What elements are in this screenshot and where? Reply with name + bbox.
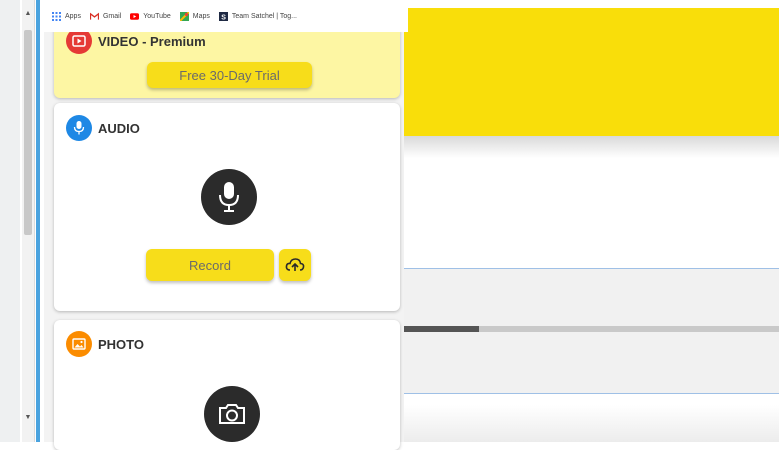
audio-card-header: AUDIO	[66, 115, 140, 141]
bookmark-apps[interactable]: Apps	[52, 11, 81, 21]
bookmark-youtube[interactable]: YouTube	[130, 12, 171, 21]
free-trial-button[interactable]: Free 30-Day Trial	[147, 62, 312, 88]
left-gutter	[0, 0, 20, 442]
bookmark-label: Apps	[65, 12, 81, 20]
progress-fill	[404, 326, 479, 332]
satchel-icon: S	[218, 11, 228, 21]
camera-icon[interactable]	[204, 386, 260, 442]
side-panel: VIDEO - Premium Free 30-Day Trial AUDIO …	[44, 0, 404, 450]
banner-shadow	[404, 136, 779, 158]
audio-card-title: AUDIO	[98, 120, 140, 136]
record-microphone-icon[interactable]	[201, 169, 257, 225]
svg-text:S: S	[221, 14, 226, 21]
scrollbar-thumb[interactable]	[24, 30, 32, 235]
photo-card-title: PHOTO	[98, 336, 144, 352]
bookmark-team-satchel[interactable]: S Team Satchel | Tog...	[218, 11, 298, 21]
bookmark-maps[interactable]: Maps	[179, 11, 210, 21]
audio-card: AUDIO Record	[54, 103, 400, 311]
gmail-icon	[89, 12, 99, 20]
scroll-up-arrow-icon[interactable]: ▲	[22, 8, 34, 20]
cloud-upload-icon[interactable]	[279, 249, 311, 281]
yellow-banner	[404, 8, 779, 136]
record-button[interactable]: Record	[146, 249, 274, 281]
bookmarks-bar: Apps Gmail YouTube Maps S Team Satchel |…	[44, 0, 408, 32]
apps-grid-icon	[52, 11, 61, 21]
bookmark-label: Team Satchel | Tog...	[231, 12, 298, 20]
photo-card-header: PHOTO	[66, 331, 144, 357]
scroll-down-arrow-icon[interactable]: ▼	[22, 412, 34, 424]
bookmark-label: Gmail	[102, 12, 122, 20]
image-icon	[66, 331, 92, 357]
photo-card: PHOTO	[54, 320, 400, 450]
bookmark-gmail[interactable]: Gmail	[89, 12, 122, 21]
bookmark-label: Maps	[192, 12, 210, 20]
microphone-icon	[66, 115, 92, 141]
main-content	[404, 0, 779, 442]
panel-border	[36, 0, 40, 442]
youtube-icon	[130, 12, 140, 20]
bottom-shadow	[404, 405, 779, 442]
maps-icon	[179, 11, 189, 21]
bookmark-label: YouTube	[143, 12, 171, 20]
video-card-title: VIDEO - Premium	[98, 33, 206, 49]
